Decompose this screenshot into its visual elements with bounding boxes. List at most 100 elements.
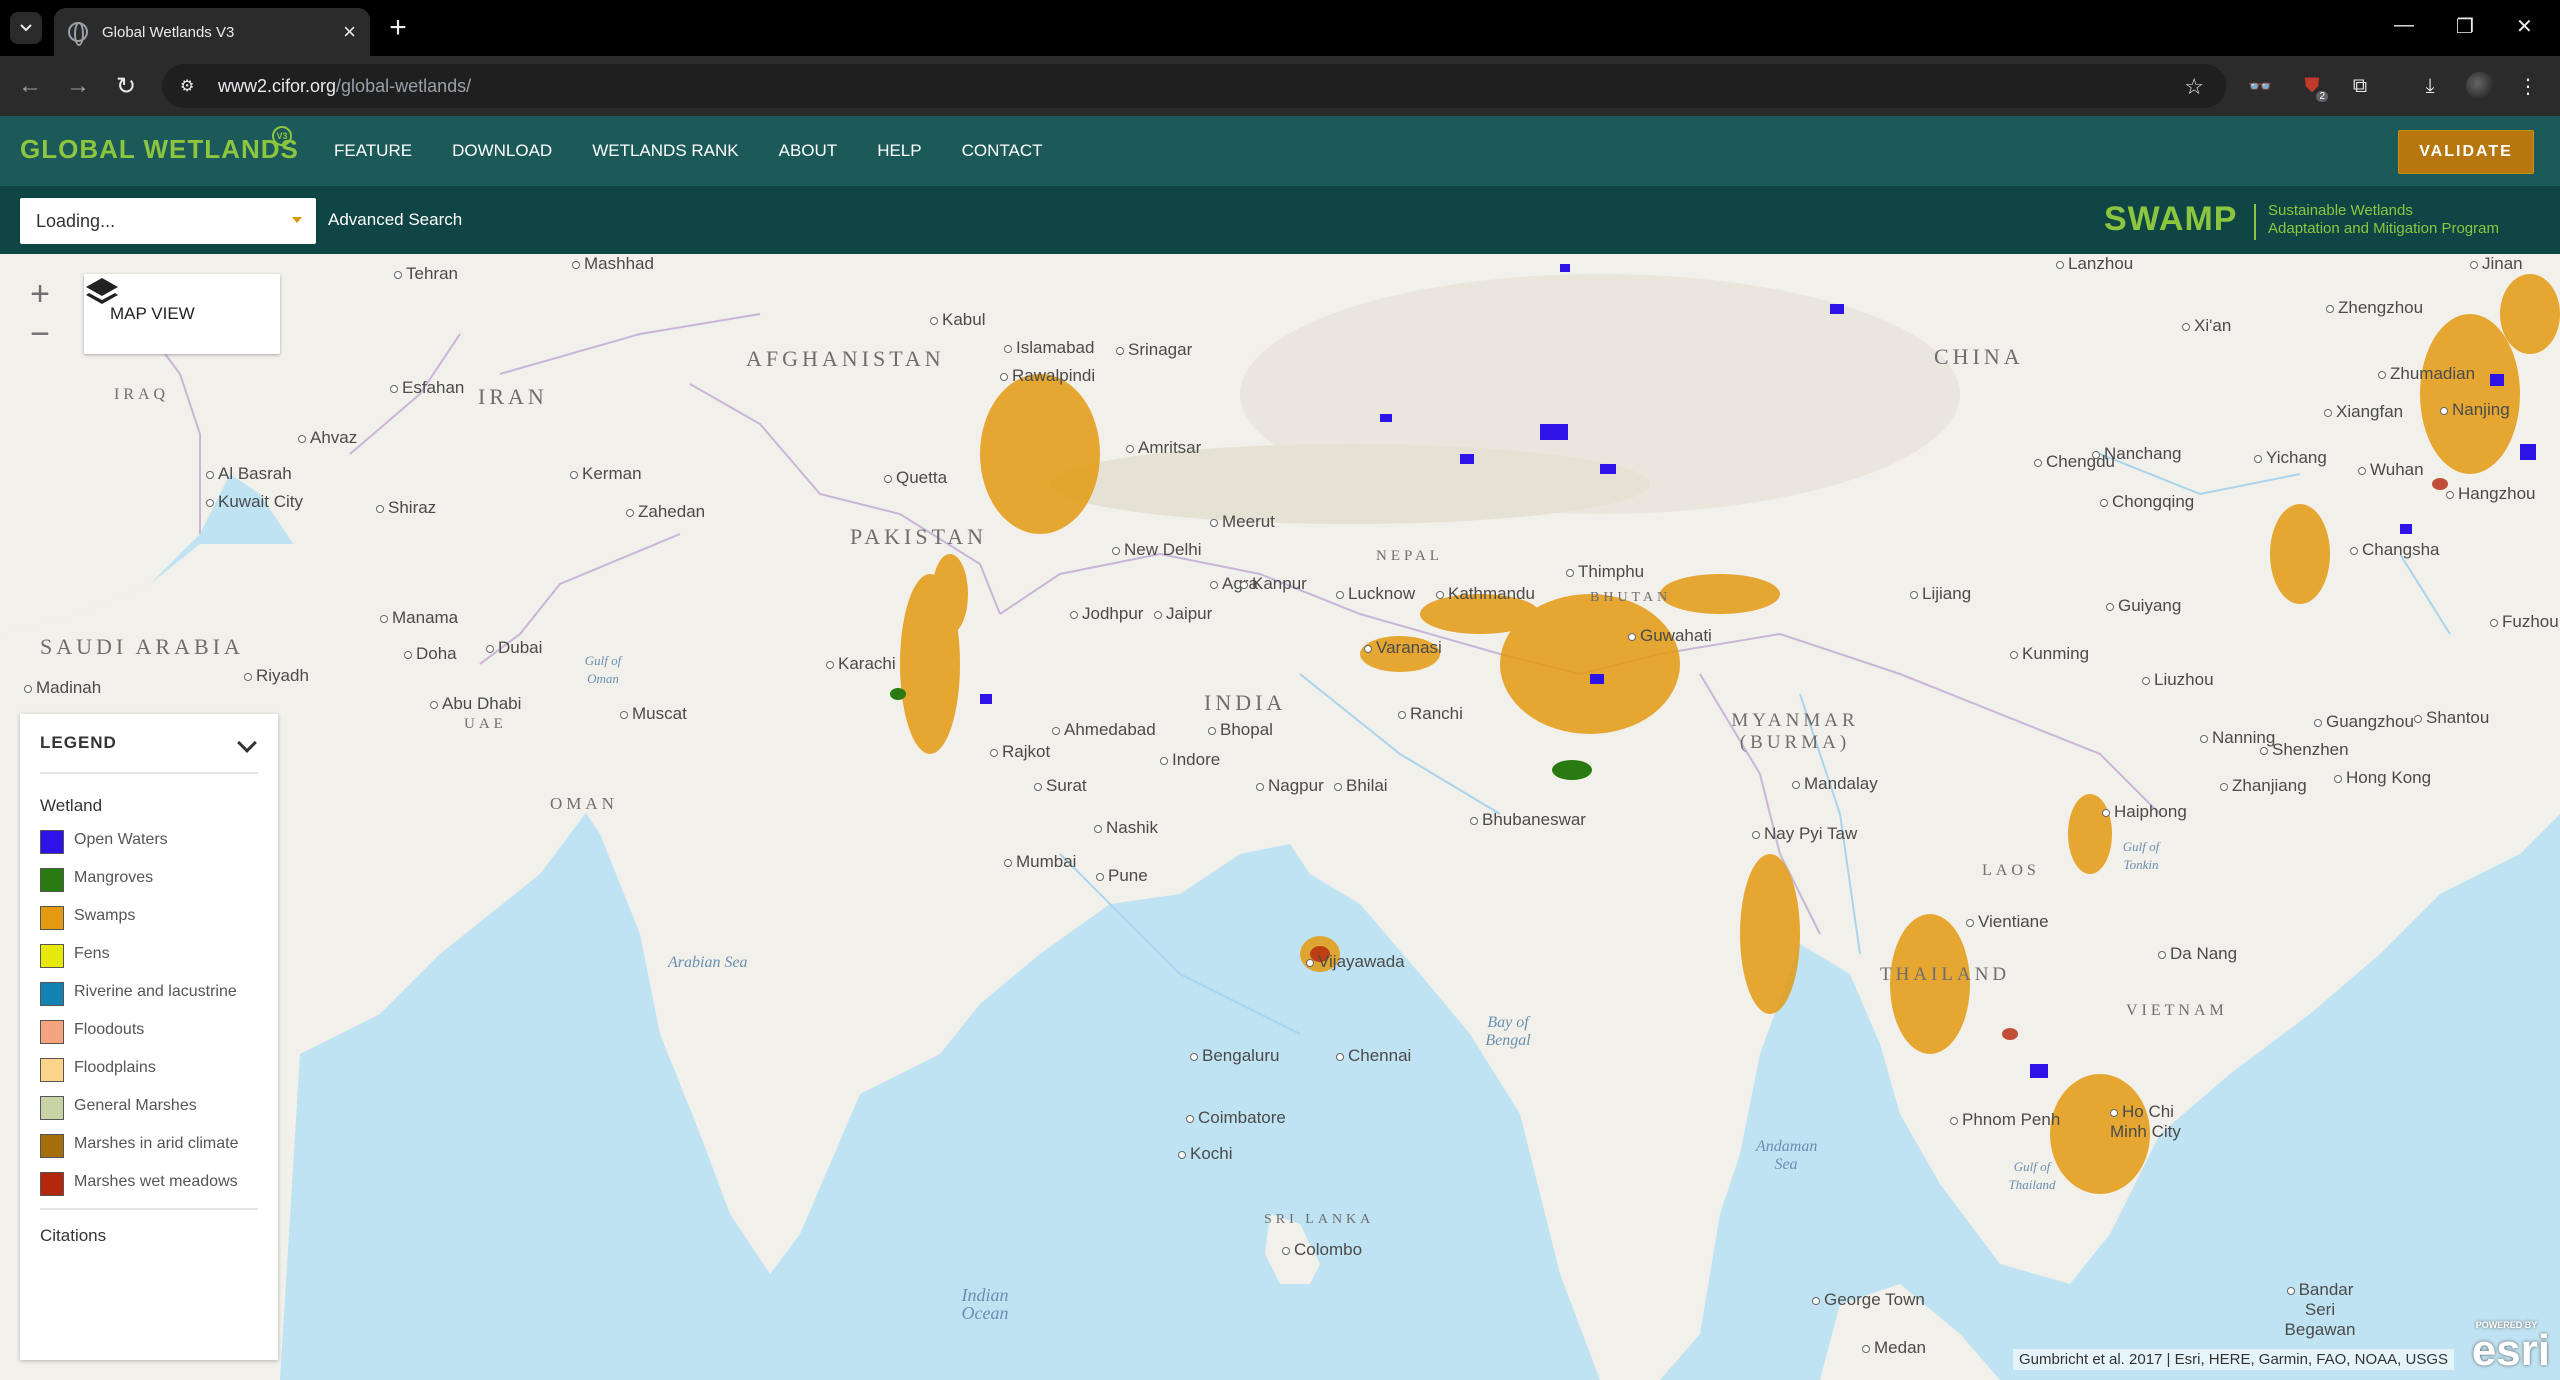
map-label-india: INDIA — [1204, 690, 1287, 715]
profile-avatar[interactable] — [2466, 72, 2494, 100]
extension-icon-ublock[interactable]: ⛊ 2 — [2296, 70, 2328, 102]
city-ranchi: Ranchi — [1398, 704, 1463, 724]
city-manama: Manama — [380, 608, 458, 628]
main-nav: FEATURE DOWNLOAD WETLANDS RANK ABOUT HEL… — [334, 116, 1083, 186]
map-label-myanmar: MYANMAR (BURMA) — [1731, 710, 1859, 753]
city-nay-pyi-taw: Nay Pyi Taw — [1752, 824, 1857, 844]
nav-wetlands-rank[interactable]: WETLANDS RANK — [592, 141, 738, 161]
city-kabul: Kabul — [930, 310, 985, 330]
city-islamabad: Islamabad — [1004, 338, 1094, 358]
restore-icon[interactable]: ❐ — [2456, 14, 2474, 39]
map-label-uae: UAE — [464, 716, 507, 732]
city-lijiang: Lijiang — [1910, 584, 1971, 604]
city-fuzhou: Fuzhou — [2490, 612, 2559, 632]
legend-label: Mangroves — [74, 869, 154, 886]
nav-download[interactable]: DOWNLOAD — [452, 141, 552, 161]
download-icon[interactable]: ⤓ — [2414, 70, 2446, 102]
city-surat: Surat — [1034, 776, 1087, 796]
legend-group-title: Wetland — [40, 796, 103, 815]
bookmark-star-icon[interactable]: ☆ — [2184, 74, 2204, 100]
forward-icon[interactable]: → — [62, 70, 94, 102]
map-canvas[interactable]: AFGHANISTAN IRAN PAKISTAN INDIA CHINA SA… — [0, 254, 2560, 1380]
city-kunming: Kunming — [2010, 644, 2089, 664]
nav-contact[interactable]: CONTACT — [962, 141, 1043, 161]
advanced-search-link[interactable]: Advanced Search — [328, 210, 462, 230]
nav-feature[interactable]: FEATURE — [334, 141, 412, 161]
city-xian: Xi'an — [2182, 316, 2231, 336]
map-label-sri-lanka: SRI LANKA — [1264, 1212, 1375, 1227]
city-nagpur: Nagpur — [1256, 776, 1324, 796]
legend-swatch — [40, 830, 64, 854]
legend-divider — [40, 1208, 258, 1210]
app-logo[interactable]: GLOBAL WETLANDS — [20, 134, 299, 165]
close-window-icon[interactable]: ✕ — [2516, 14, 2533, 39]
city-phnom-penh: Phnom Penh — [1950, 1110, 2060, 1130]
tab-list-button[interactable] — [10, 12, 42, 44]
city-chongqing: Chongqing — [2100, 492, 2194, 512]
city-abu-dhabi: Abu Dhabi — [430, 694, 521, 714]
new-tab-button[interactable]: + — [382, 11, 414, 44]
city-jodhpur: Jodhpur — [1070, 604, 1143, 624]
esri-logo[interactable]: POWERED BY esri — [2472, 1320, 2550, 1376]
browser-tab-active[interactable]: Global Wetlands V3 × — [54, 8, 370, 56]
legend-label: Marshes in arid climate — [74, 1135, 239, 1152]
water-label-bay-of-bengal: Bay of Bengal — [1485, 1014, 1531, 1049]
city-quetta: Quetta — [884, 468, 947, 488]
city-guwahati: Guwahati — [1628, 626, 1712, 646]
browser-toolbar: ← → ↻ ⚙ www2.cifor.org/global-wetlands/ … — [0, 56, 2560, 116]
city-colombo: Colombo — [1282, 1240, 1362, 1260]
city-varanasi: Varanasi — [1364, 638, 1442, 658]
city-ho-chi-minh-city: Ho Chi Minh City — [2110, 1102, 2194, 1142]
extensions-puzzle-icon[interactable]: ⧉ — [2344, 70, 2376, 102]
chevron-down-icon[interactable] — [237, 733, 257, 753]
legend-title: LEGEND — [40, 733, 117, 752]
legend-label: Open Waters — [74, 831, 168, 848]
back-icon[interactable]: ← — [14, 70, 46, 102]
city-ahmedabad: Ahmedabad — [1052, 720, 1156, 740]
map-view-button[interactable]: MAP VIEW — [84, 274, 280, 354]
legend-label: Marshes wet meadows — [74, 1173, 238, 1190]
minimize-icon[interactable]: — — [2394, 14, 2414, 37]
city-vientiane: Vientiane — [1966, 912, 2049, 932]
map-view-label: MAP VIEW — [110, 304, 195, 323]
legend-header[interactable]: LEGEND — [40, 714, 258, 774]
menu-kebab-icon[interactable]: ⋮ — [2512, 70, 2544, 102]
water-label-gulf-of-tonkin: Gulf of Tonkin — [2122, 839, 2160, 872]
city-madinah: Madinah — [24, 678, 101, 698]
city-ahvaz: Ahvaz — [298, 428, 357, 448]
extension-icon-glasses[interactable]: 👓 — [2244, 70, 2276, 102]
search-select-value: Loading... — [36, 210, 116, 231]
zoom-out-button[interactable]: − — [16, 314, 64, 354]
city-nashik: Nashik — [1094, 818, 1158, 838]
city-kerman: Kerman — [570, 464, 642, 484]
legend-item: Marshes wet meadows — [40, 1170, 258, 1196]
layers-icon — [86, 278, 118, 304]
city-medan: Medan — [1862, 1338, 1926, 1358]
map-label-laos: LAOS — [1982, 862, 2040, 879]
chevron-down-icon — [20, 24, 32, 32]
city-shantou: Shantou — [2414, 708, 2489, 728]
legend-swatch — [40, 1058, 64, 1082]
swamp-logo: SWAMP — [2104, 200, 2238, 238]
map-label-thailand: THAILAND — [1880, 964, 2011, 985]
legend-swatch — [40, 982, 64, 1006]
city-lucknow: Lucknow — [1336, 584, 1415, 604]
location-search-select[interactable]: Loading... — [20, 198, 316, 244]
citations-link[interactable]: Citations — [40, 1226, 258, 1246]
water-label-arabian-sea: Arabian Sea — [668, 954, 748, 971]
water-label-andaman-sea: Andaman Sea — [1756, 1138, 1818, 1173]
address-bar[interactable]: ⚙ www2.cifor.org/global-wetlands/ ☆ — [162, 64, 2226, 108]
zoom-in-button[interactable]: + — [16, 274, 64, 314]
city-mashhad: Mashhad — [572, 254, 654, 274]
city-liuzhou: Liuzhou — [2142, 670, 2214, 690]
site-info-icon[interactable]: ⚙ — [180, 76, 200, 96]
city-doha: Doha — [404, 644, 457, 664]
city-kathmandu: Kathmandu — [1436, 584, 1535, 604]
reload-icon[interactable]: ↻ — [110, 70, 142, 102]
nav-help[interactable]: HELP — [877, 141, 921, 161]
validate-button[interactable]: VALIDATE — [2398, 130, 2534, 174]
nav-about[interactable]: ABOUT — [779, 141, 838, 161]
tab-close-icon[interactable]: × — [343, 21, 356, 43]
legend-item: Fens — [40, 942, 258, 968]
url-text: www2.cifor.org/global-wetlands/ — [218, 75, 472, 96]
